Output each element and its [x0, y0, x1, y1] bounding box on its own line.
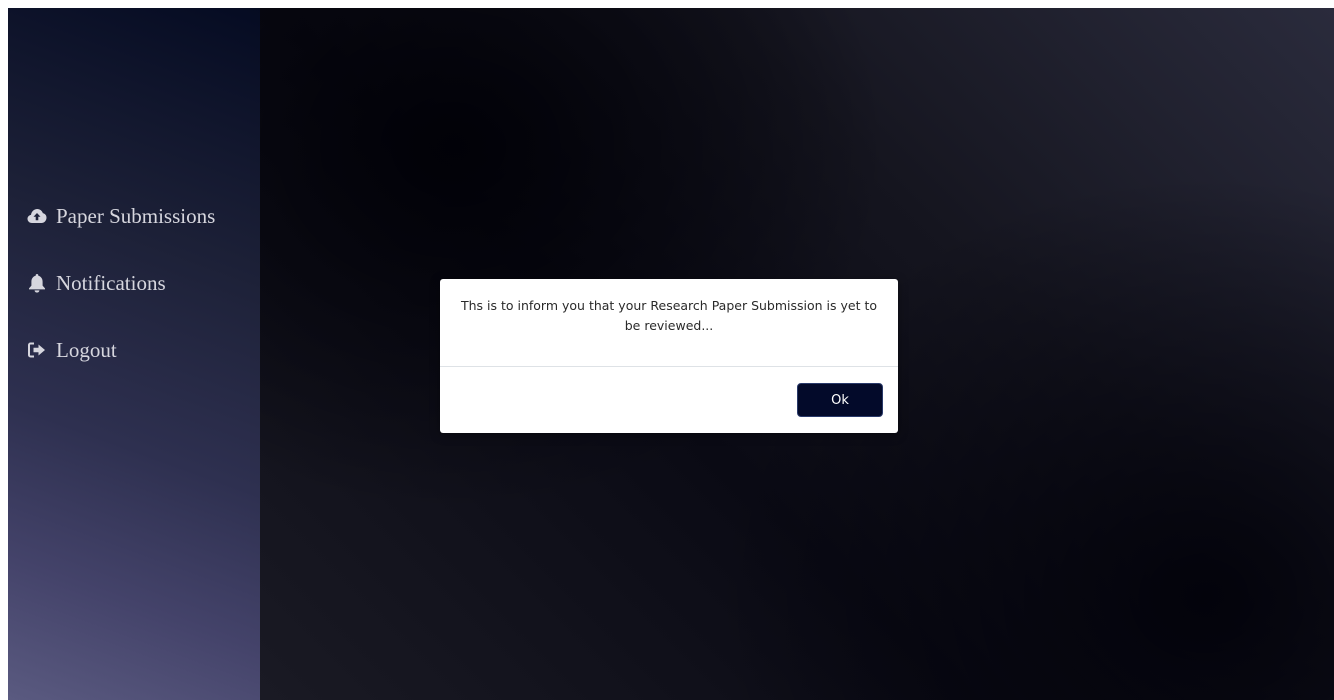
ok-button[interactable]: Ok: [797, 383, 883, 417]
sidebar-nav: Paper Submissions Notifications Logout: [24, 202, 215, 403]
notification-modal: Ths is to inform you that your Research …: [440, 279, 898, 433]
modal-message: Ths is to inform you that your Research …: [440, 279, 898, 367]
sidebar: Paper Submissions Notifications Logout: [8, 8, 260, 700]
sidebar-item-paper-submissions[interactable]: Paper Submissions: [24, 202, 215, 230]
modal-footer: Ok: [440, 367, 898, 432]
cloud-upload-icon: [24, 208, 50, 224]
sidebar-item-notifications[interactable]: Notifications: [24, 269, 215, 297]
sidebar-item-label: Paper Submissions: [56, 203, 216, 228]
sidebar-item-label: Notifications: [56, 270, 166, 295]
bell-icon: [24, 273, 50, 293]
sign-out-icon: [24, 342, 50, 358]
sidebar-item-label: Logout: [56, 337, 117, 362]
sidebar-item-logout[interactable]: Logout: [24, 336, 215, 364]
